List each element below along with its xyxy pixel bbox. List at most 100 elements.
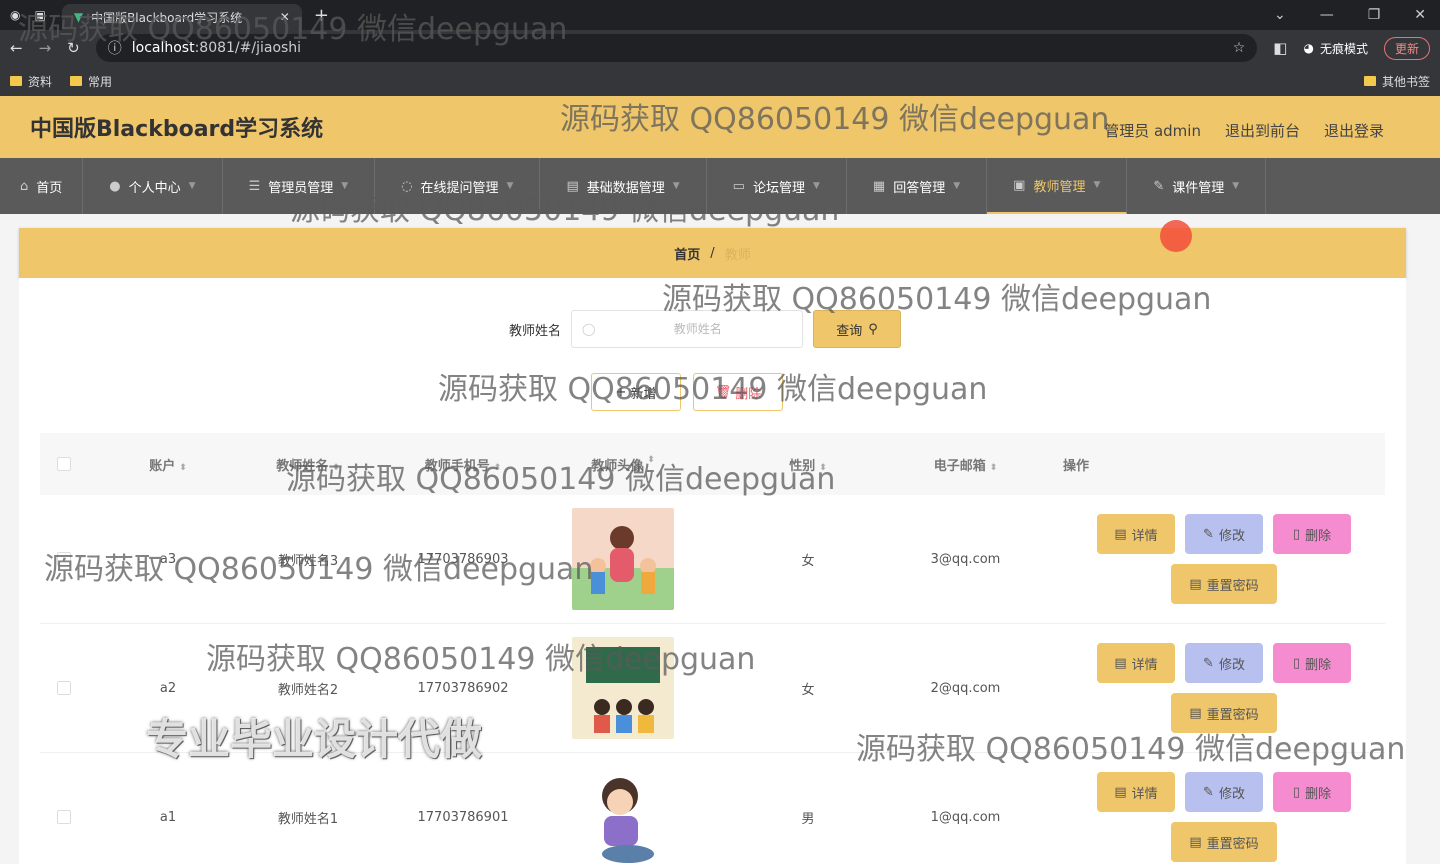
chevron-down-icon: ▼	[506, 181, 514, 191]
row-checkbox[interactable]	[57, 552, 71, 566]
reset-password-button[interactable]: ▤ 重置密码	[1171, 564, 1277, 604]
reload-icon[interactable]: ↻	[67, 39, 80, 57]
delete-button[interactable]: ▯ 删除	[1273, 514, 1351, 554]
delete-button[interactable]: ▯ 删除	[1273, 643, 1351, 683]
window-close-icon[interactable]: ✕	[1414, 7, 1426, 23]
batch-delete-button[interactable]: 🗑 删除	[693, 373, 783, 411]
row-checkbox[interactable]	[57, 810, 71, 824]
nav-label: 管理员管理	[268, 180, 334, 196]
chevron-down-icon: ▼	[672, 181, 680, 191]
search-icon: ⚲	[868, 321, 878, 337]
tab-close-icon[interactable]: ✕	[280, 10, 290, 24]
detail-button[interactable]: ▤ 详情	[1097, 772, 1175, 812]
col-phone[interactable]: 教师手机号 ⬍	[368, 455, 558, 474]
sort-icon[interactable]: ⬍	[332, 463, 340, 473]
back-icon[interactable]: ←	[10, 39, 23, 57]
select-all-checkbox[interactable]	[57, 457, 71, 471]
sort-icon[interactable]: ⬍	[647, 455, 655, 474]
doc-icon: ▤	[1189, 834, 1202, 850]
col-avatar[interactable]: 教师头像 ⬍	[558, 455, 688, 474]
edit-button[interactable]: ✎ 修改	[1185, 772, 1263, 812]
teacher-avatar-image[interactable]	[572, 508, 674, 610]
chevron-down-icon: ▼	[341, 181, 349, 191]
url-field[interactable]: ⓘ localhost:8081/#/jiaoshi ☆	[95, 34, 1258, 62]
tab-search-icon[interactable]: ⌄	[1274, 7, 1286, 23]
nav-forum[interactable]: ▭ 论坛管理 ▼	[707, 158, 847, 214]
forward-icon[interactable]: →	[39, 39, 52, 57]
current-user: 管理员 admin	[1104, 121, 1201, 140]
new-tab-icon[interactable]: +	[314, 5, 329, 26]
row-actions: ▤ 详情 ✎ 修改 ▯ 删除 ▤ 重置密码	[1003, 514, 1385, 604]
update-button[interactable]: 更新	[1383, 36, 1430, 60]
table-row: a1 教师姓名1 17703786901 男 1@qq.com ▤ 详情 ✎ 修改 …	[40, 753, 1385, 864]
doc-icon: ▤	[1189, 576, 1202, 592]
nav-basic-data[interactable]: ▤ 基础数据管理 ▼	[540, 158, 707, 214]
home-icon: ⌂	[20, 178, 29, 194]
sort-icon[interactable]: ⬍	[179, 463, 187, 473]
nav-profile[interactable]: ● 个人中心 ▼	[83, 158, 223, 214]
reset-label: 重置密码	[1206, 836, 1259, 852]
nav-admin[interactable]: ☰ 管理员管理 ▼	[223, 158, 376, 214]
cell-account: a3	[159, 551, 177, 567]
browser-tabbar: ◉ ▣ ▼ 中国版Blackboard学习系统 ✕ + ⌄ — ❐ ✕	[0, 0, 1440, 30]
breadcrumb-home[interactable]: 首页	[674, 244, 700, 263]
add-button[interactable]: + 新增	[591, 373, 681, 411]
col-account[interactable]: 账户 ⬍	[88, 455, 248, 474]
nav-label: 课件管理	[1172, 180, 1225, 196]
app-header: 中国版Blackboard学习系统 管理员 admin 退出到前台 退出登录	[0, 96, 1440, 158]
bookmark-folder-2[interactable]: 常用	[70, 73, 112, 90]
star-icon[interactable]: ☆	[1233, 40, 1246, 56]
other-bookmarks[interactable]: 其他书签	[1363, 73, 1430, 90]
edit-button[interactable]: ✎ 修改	[1185, 514, 1263, 554]
edit-label: 修改	[1218, 528, 1245, 544]
nav-teachers[interactable]: ▣ 教师管理 ▼	[987, 158, 1128, 214]
search-button-label: 查询	[836, 323, 863, 339]
nav-courseware[interactable]: ✎ 课件管理 ▼	[1127, 158, 1267, 214]
detail-button[interactable]: ▤ 详情	[1097, 514, 1175, 554]
incognito-icon: ◕	[1303, 41, 1314, 55]
col-gender[interactable]: 性别 ⬍	[688, 455, 928, 474]
teacher-name-input[interactable]	[603, 322, 793, 336]
browser-tab[interactable]: ▼ 中国版Blackboard学习系统 ✕	[61, 4, 302, 30]
nav-questions[interactable]: ◌ 在线提问管理 ▼	[375, 158, 541, 214]
tab-title: 中国版Blackboard学习系统	[91, 10, 243, 25]
back-to-front-link[interactable]: 退出到前台	[1225, 120, 1300, 141]
col-label: 电子邮箱	[933, 458, 986, 474]
pencil-icon: ✎	[1203, 526, 1214, 542]
logout-link[interactable]: 退出登录	[1324, 120, 1384, 141]
sort-icon[interactable]: ⬍	[990, 463, 998, 473]
other-bookmarks-label: 其他书签	[1381, 74, 1430, 89]
chevron-down-icon: ▼	[812, 181, 820, 191]
col-email[interactable]: 电子邮箱 ⬍	[928, 455, 1003, 474]
nav-label: 回答管理	[893, 180, 946, 196]
app-title: 中国版Blackboard学习系统	[30, 117, 324, 142]
doc-icon: ▤	[1114, 784, 1127, 800]
reset-password-button[interactable]: ▤ 重置密码	[1171, 822, 1277, 862]
detail-button[interactable]: ▤ 详情	[1097, 643, 1175, 683]
trash-icon: ▯	[1292, 526, 1301, 542]
sort-icon[interactable]: ⬍	[494, 463, 502, 473]
delete-button[interactable]: ▯ 删除	[1273, 772, 1351, 812]
cell-phone: 17703786901	[417, 809, 509, 825]
nav-answers[interactable]: ▦ 回答管理 ▼	[847, 158, 988, 214]
edit-label: 修改	[1218, 657, 1245, 673]
detail-label: 详情	[1131, 657, 1158, 673]
edit-button[interactable]: ✎ 修改	[1185, 643, 1263, 683]
minimize-icon[interactable]: —	[1320, 7, 1334, 23]
row-checkbox[interactable]	[57, 681, 71, 695]
incognito-indicator[interactable]: ◕ 无痕模式	[1303, 40, 1368, 57]
col-name[interactable]: 教师姓名 ⬍	[248, 455, 368, 474]
sort-icon[interactable]: ⬍	[819, 463, 827, 473]
teacher-avatar-image[interactable]	[572, 766, 674, 864]
teacher-avatar-image[interactable]	[572, 637, 674, 739]
reset-password-button[interactable]: ▤ 重置密码	[1171, 693, 1277, 733]
nav-home[interactable]: ⌂ 首页	[0, 158, 84, 214]
bookmark-folder-1[interactable]: 资料	[10, 73, 52, 90]
cell-phone: 17703786902	[417, 680, 509, 696]
url-path: :8081/#/jiaoshi	[194, 40, 302, 56]
main-nav: ⌂ 首页 ● 个人中心 ▼ ☰ 管理员管理 ▼ ◌ 在线提问管理 ▼ ▤ 基础数据管理 ▼ ▭ 论坛…	[0, 158, 1440, 214]
search-button[interactable]: 查询 ⚲	[813, 310, 902, 348]
add-label: 新增	[630, 386, 657, 402]
restore-icon[interactable]: ❐	[1368, 7, 1381, 23]
sidepanel-icon[interactable]: ◧	[1273, 39, 1287, 57]
